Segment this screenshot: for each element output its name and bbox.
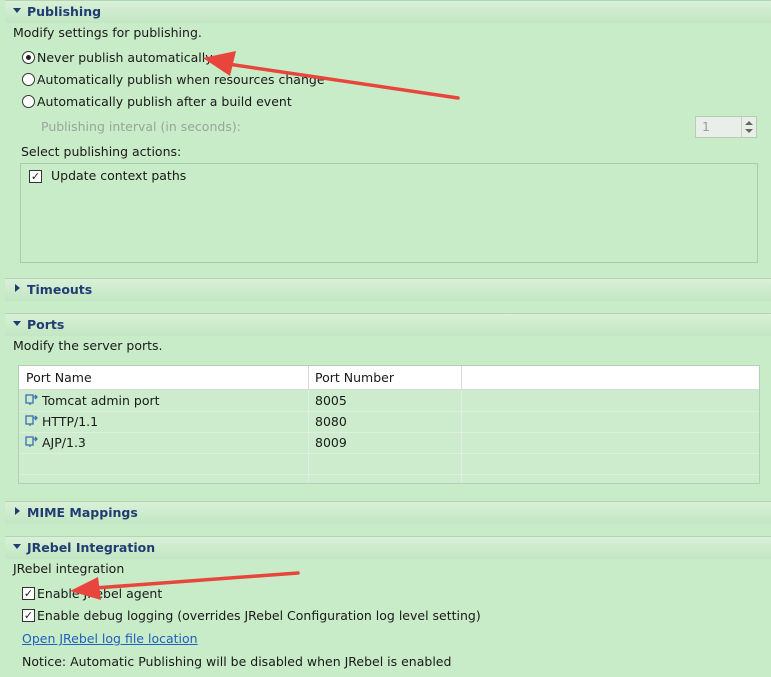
checkbox-update-context-paths-label[interactable]: Update context paths	[51, 168, 186, 183]
publishing-section-header[interactable]: Publishing	[5, 0, 771, 23]
port-number-cell[interactable]: 8080	[315, 414, 347, 429]
spinner-buttons[interactable]	[741, 117, 756, 137]
mime-section-header[interactable]: MIME Mappings	[5, 501, 771, 524]
ports-table[interactable]: Port Name Port Number Tomcat admin port …	[18, 365, 760, 484]
ports-section-header[interactable]: Ports	[5, 313, 771, 336]
radio-publish-resources-change-label[interactable]: Automatically publish when resources cha…	[37, 72, 325, 87]
checkbox-enable-debug-logging-label[interactable]: Enable debug logging (overrides JRebel C…	[37, 608, 481, 623]
open-jrebel-log-link[interactable]: Open JRebel log file location	[22, 631, 198, 646]
port-connector-icon	[25, 436, 38, 447]
jrebel-description: JRebel integration	[13, 561, 125, 576]
table-row[interactable]: HTTP/1.1 8080	[19, 411, 759, 433]
radio-publish-resources-change[interactable]	[22, 73, 35, 86]
checkbox-enable-debug-logging[interactable]: ✓	[22, 609, 35, 622]
header-divider	[461, 366, 462, 389]
timeouts-section-header[interactable]: Timeouts	[5, 278, 771, 301]
port-connector-icon	[25, 394, 38, 405]
radio-never-publish[interactable]	[22, 51, 35, 64]
publishing-interval-spinner[interactable]: 1	[695, 116, 757, 138]
port-name-cell: Tomcat admin port	[42, 393, 160, 408]
publishing-description: Modify settings for publishing.	[13, 25, 202, 40]
expanded-triangle-icon[interactable]	[13, 544, 21, 549]
checkbox-enable-jrebel-agent-label[interactable]: Enable JRebel agent	[37, 586, 162, 601]
publishing-interval-label: Publishing interval (in seconds):	[41, 119, 241, 134]
checkbox-update-context-paths[interactable]: ✓	[29, 170, 42, 183]
header-divider	[308, 366, 309, 389]
collapsed-triangle-icon[interactable]	[15, 507, 20, 515]
radio-publish-build-event[interactable]	[22, 95, 35, 108]
ports-description: Modify the server ports.	[13, 338, 163, 353]
publishing-section-title: Publishing	[27, 4, 102, 19]
publishing-actions-list: ✓ Update context paths	[20, 163, 758, 263]
table-row-empty	[19, 453, 759, 475]
port-name-cell: AJP/1.3	[42, 435, 86, 450]
radio-never-publish-label[interactable]: Never publish automatically	[37, 50, 213, 65]
column-header-port-number[interactable]: Port Number	[315, 370, 394, 385]
column-header-port-name[interactable]: Port Name	[26, 370, 92, 385]
spin-down-icon[interactable]	[745, 129, 753, 133]
port-number-cell[interactable]: 8009	[315, 435, 347, 450]
jrebel-section-header[interactable]: JRebel Integration	[5, 536, 771, 559]
expanded-triangle-icon[interactable]	[13, 321, 21, 326]
table-row[interactable]: AJP/1.3 8009	[19, 432, 759, 454]
port-connector-icon	[25, 415, 38, 426]
table-row[interactable]: Tomcat admin port 8005	[19, 390, 759, 412]
spin-up-icon[interactable]	[745, 121, 753, 125]
jrebel-notice: Notice: Automatic Publishing will be dis…	[22, 654, 452, 669]
timeouts-section-title: Timeouts	[27, 282, 93, 297]
checkbox-enable-jrebel-agent[interactable]: ✓	[22, 587, 35, 600]
ports-table-header: Port Name Port Number	[19, 366, 759, 390]
radio-publish-build-event-label[interactable]: Automatically publish after a build even…	[37, 94, 292, 109]
publishing-actions-label: Select publishing actions:	[21, 144, 182, 159]
expanded-triangle-icon[interactable]	[13, 8, 21, 13]
port-name-cell: HTTP/1.1	[42, 414, 99, 429]
ports-section-title: Ports	[27, 317, 65, 332]
collapsed-triangle-icon[interactable]	[15, 284, 20, 292]
port-number-cell[interactable]: 8005	[315, 393, 347, 408]
mime-section-title: MIME Mappings	[27, 505, 138, 520]
jrebel-section-title: JRebel Integration	[27, 540, 156, 555]
publishing-interval-value: 1	[702, 119, 710, 134]
